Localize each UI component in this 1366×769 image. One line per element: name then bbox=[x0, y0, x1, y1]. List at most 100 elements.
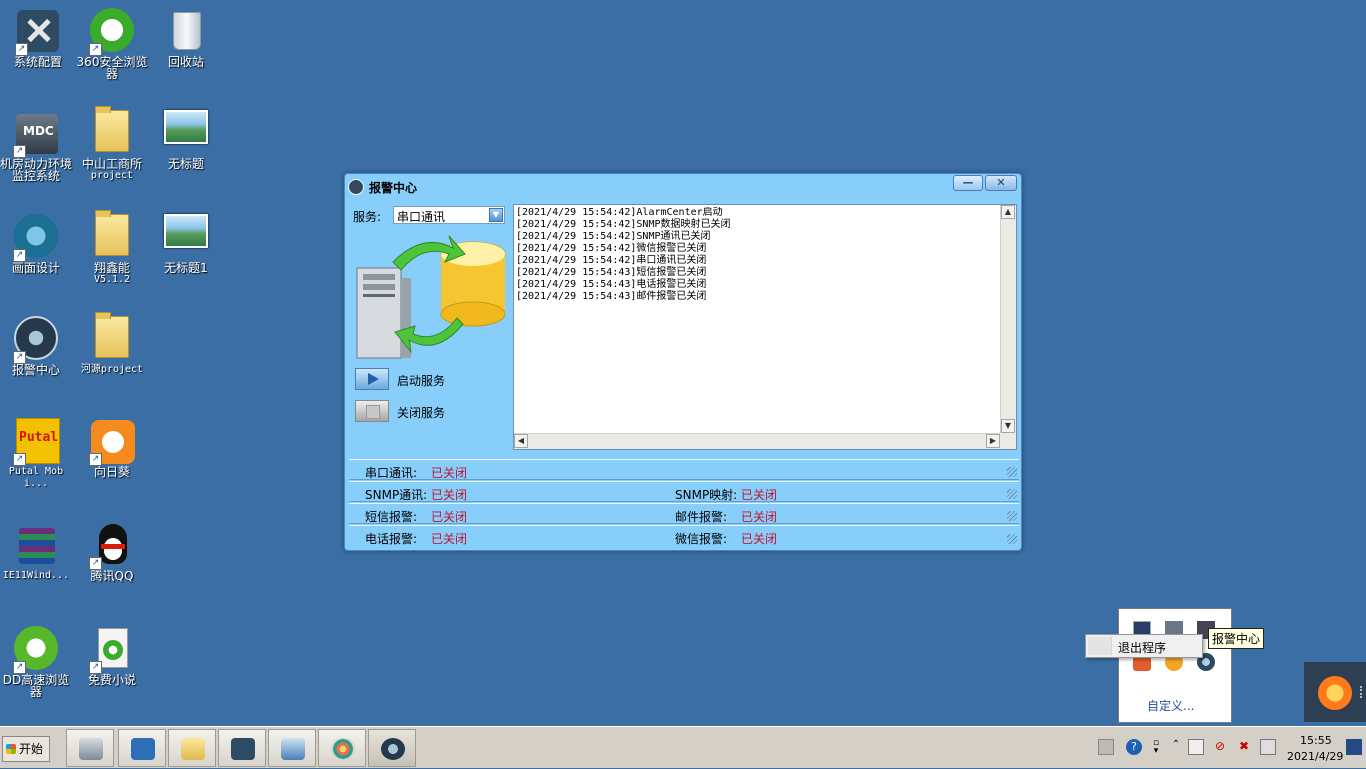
mdc-logo-text: MDC bbox=[23, 124, 54, 138]
taskbar-app-system-config[interactable] bbox=[218, 729, 266, 767]
scroll-corner bbox=[1000, 433, 1016, 449]
desktop-icon-360-browser[interactable]: ↗ 360安全浏览器 bbox=[74, 2, 150, 80]
play-icon bbox=[355, 368, 389, 390]
icon-label: 360安全浏览器 bbox=[76, 55, 148, 81]
muted-volume-icon[interactable]: ⊘ bbox=[1212, 739, 1228, 755]
stop-icon bbox=[355, 400, 389, 422]
putal-logo-text: Putal bbox=[19, 430, 59, 445]
resize-grip-icon bbox=[1007, 511, 1017, 521]
log-textarea[interactable]: [2021/4/29 15:54:42]AlarmCenter启动 [2021/… bbox=[513, 204, 1017, 450]
close-button[interactable]: ✕ bbox=[985, 175, 1017, 191]
log-lines: [2021/4/29 15:54:42]AlarmCenter启动 [2021/… bbox=[516, 207, 998, 429]
desktop-icon-recycle-bin[interactable]: 回收站 bbox=[148, 2, 224, 68]
icon-label: 无标题1 bbox=[164, 261, 208, 275]
icon-label: 免费小说 bbox=[87, 673, 136, 687]
desktop-icon-dd-browser[interactable]: ↗ DD高速浏览器 bbox=[0, 620, 74, 698]
sunflower-floating-widget[interactable] bbox=[1304, 662, 1366, 722]
desktop-icon-putal[interactable]: Putal ↗ Putal Mobi... bbox=[0, 412, 74, 490]
icon-label: 画面设计 bbox=[11, 261, 60, 275]
screen-design-icon bbox=[281, 738, 305, 760]
desktop-icon-zhongshan[interactable]: 中山工商所 project bbox=[74, 104, 150, 182]
title-bar[interactable]: 报警中心 — ✕ bbox=[345, 174, 1021, 200]
recycle-bin-icon bbox=[163, 8, 209, 54]
clipboard-icon[interactable] bbox=[1188, 739, 1204, 755]
image-icon bbox=[163, 214, 209, 260]
log-line: [2021/4/29 15:54:42]串口通讯已关闭 bbox=[516, 255, 707, 266]
putal-icon: Putal ↗ bbox=[13, 418, 60, 466]
desktop-icon-heyuan[interactable]: 河源project bbox=[74, 310, 150, 376]
chevron-down-icon[interactable]: ▼ bbox=[489, 208, 503, 222]
log-line: [2021/4/29 15:54:42]AlarmCenter启动 bbox=[516, 207, 723, 218]
desktop-icon-alarm-center[interactable]: ↗ 报警中心 bbox=[0, 310, 74, 376]
clock-date[interactable]: 2021/4/29 bbox=[1287, 750, 1343, 763]
action-center-icon[interactable] bbox=[1260, 739, 1276, 755]
exit-program-menu-item[interactable]: 退出程序 bbox=[1118, 639, 1166, 656]
folder-icon bbox=[89, 312, 135, 362]
scroll-left-icon[interactable]: ◀ bbox=[514, 434, 528, 448]
log-line: [2021/4/29 15:54:43]邮件报警已关闭 bbox=[516, 291, 707, 302]
mdc-icon: MDC ↗ bbox=[13, 110, 59, 158]
tray-overflow-popup: 自定义... bbox=[1118, 608, 1232, 723]
icon-sublabel: project bbox=[90, 170, 134, 181]
scroll-up-icon[interactable]: ▲ bbox=[1001, 205, 1015, 219]
snmp-comm-status-label: SNMP通讯: bbox=[365, 488, 428, 502]
desktop-icon-system-config[interactable]: ↗ 系统配置 bbox=[0, 2, 76, 68]
taskbar-app-server-manager[interactable] bbox=[66, 729, 114, 767]
taskbar-app-paint[interactable] bbox=[318, 729, 366, 767]
start-service-label: 启动服务 bbox=[397, 374, 446, 388]
winrar-icon bbox=[13, 522, 59, 568]
tray-tooltip: 报警中心 bbox=[1208, 628, 1265, 649]
taskbar-app-alarm-center[interactable] bbox=[368, 729, 416, 767]
desktop-icon-screen-design[interactable]: ↗ 画面设计 bbox=[0, 208, 74, 274]
horizontal-scrollbar[interactable]: ◀ ▶ bbox=[514, 433, 1000, 449]
sms-status-label: 短信报警: bbox=[365, 510, 418, 524]
desktop-icon-untitled[interactable]: 无标题 bbox=[148, 104, 224, 170]
taskbar-app-screen-design[interactable] bbox=[268, 729, 316, 767]
mail-status-label: 邮件报警: bbox=[675, 510, 728, 524]
network-warning-icon[interactable]: ✖ bbox=[1236, 739, 1252, 755]
snmp-map-status-value: 已关闭 bbox=[741, 488, 778, 502]
browser-360-icon: ↗ bbox=[89, 8, 135, 56]
qq-penguin-icon: ↗ bbox=[89, 522, 135, 570]
status-row-serial: 串口通讯: 已关闭 bbox=[349, 459, 1019, 480]
desktop-icon-mdc[interactable]: MDC ↗ 机房动力环境监控系统 bbox=[0, 104, 74, 182]
service-select[interactable]: 串口通讯 ▼ bbox=[393, 206, 505, 224]
desktop-icon-untitled1[interactable]: 无标题1 bbox=[148, 208, 224, 274]
drag-handle-icon[interactable] bbox=[1360, 686, 1363, 698]
help-icon[interactable]: ? bbox=[1126, 739, 1142, 755]
taskbar-app-powershell[interactable] bbox=[118, 729, 166, 767]
show-hidden-icons-chevron[interactable]: ⌃ bbox=[1168, 739, 1184, 755]
icon-label: 机房动力环境监控系统 bbox=[0, 157, 72, 183]
tools-icon: ↗ bbox=[15, 8, 61, 56]
start-service-button[interactable]: 启动服务 bbox=[355, 368, 485, 390]
serial-status-label: 串口通讯: bbox=[365, 466, 418, 480]
stop-service-button[interactable]: 关闭服务 bbox=[355, 400, 485, 422]
scroll-down-icon[interactable]: ▼ bbox=[1001, 419, 1015, 433]
tray-context-menu: 退出程序 bbox=[1085, 634, 1203, 658]
desktop-icon-novel[interactable]: ↗ 免费小说 bbox=[74, 620, 150, 686]
desktop-icon-sunflower[interactable]: ↗ 向日葵 bbox=[74, 412, 150, 478]
phone-status-value: 已关闭 bbox=[431, 532, 468, 546]
status-row-phone-wechat: 电话报警: 已关闭 微信报警: 已关闭 bbox=[349, 525, 1019, 546]
resize-grip-icon bbox=[1007, 467, 1017, 477]
keyboard-icon[interactable] bbox=[1098, 739, 1114, 755]
folder-icon bbox=[89, 210, 135, 260]
desktop-icon-xiangxinneng[interactable]: 翔鑫能 V5.1.2 bbox=[74, 208, 150, 286]
desktop-icon-qq[interactable]: ↗ 腾讯QQ bbox=[74, 516, 150, 582]
start-button[interactable]: 开始 bbox=[2, 736, 50, 762]
show-desktop-icon[interactable] bbox=[1346, 739, 1362, 755]
log-line: [2021/4/29 15:54:42]SNMP通讯已关闭 bbox=[516, 231, 711, 242]
server-manager-icon bbox=[79, 738, 103, 760]
language-bar-icon[interactable]: ▫ ▾ bbox=[1148, 739, 1164, 756]
taskbar-app-explorer[interactable] bbox=[168, 729, 216, 767]
clock-time[interactable]: 15:55 bbox=[1300, 734, 1332, 747]
wechat-status-label: 微信报警: bbox=[675, 532, 728, 546]
desktop-icon-ie11[interactable]: IE11Wind... bbox=[0, 516, 74, 582]
icon-label: 无标题 bbox=[167, 157, 204, 171]
minimize-button[interactable]: — bbox=[953, 175, 983, 191]
vertical-scrollbar[interactable]: ▲ ▼ bbox=[1000, 205, 1016, 433]
status-row-snmp: SNMP通讯: 已关闭 SNMP映射: 已关闭 bbox=[349, 481, 1019, 502]
scroll-right-icon[interactable]: ▶ bbox=[986, 434, 1000, 448]
customize-link[interactable]: 自定义... bbox=[1147, 697, 1194, 714]
serial-status-value: 已关闭 bbox=[431, 466, 468, 480]
